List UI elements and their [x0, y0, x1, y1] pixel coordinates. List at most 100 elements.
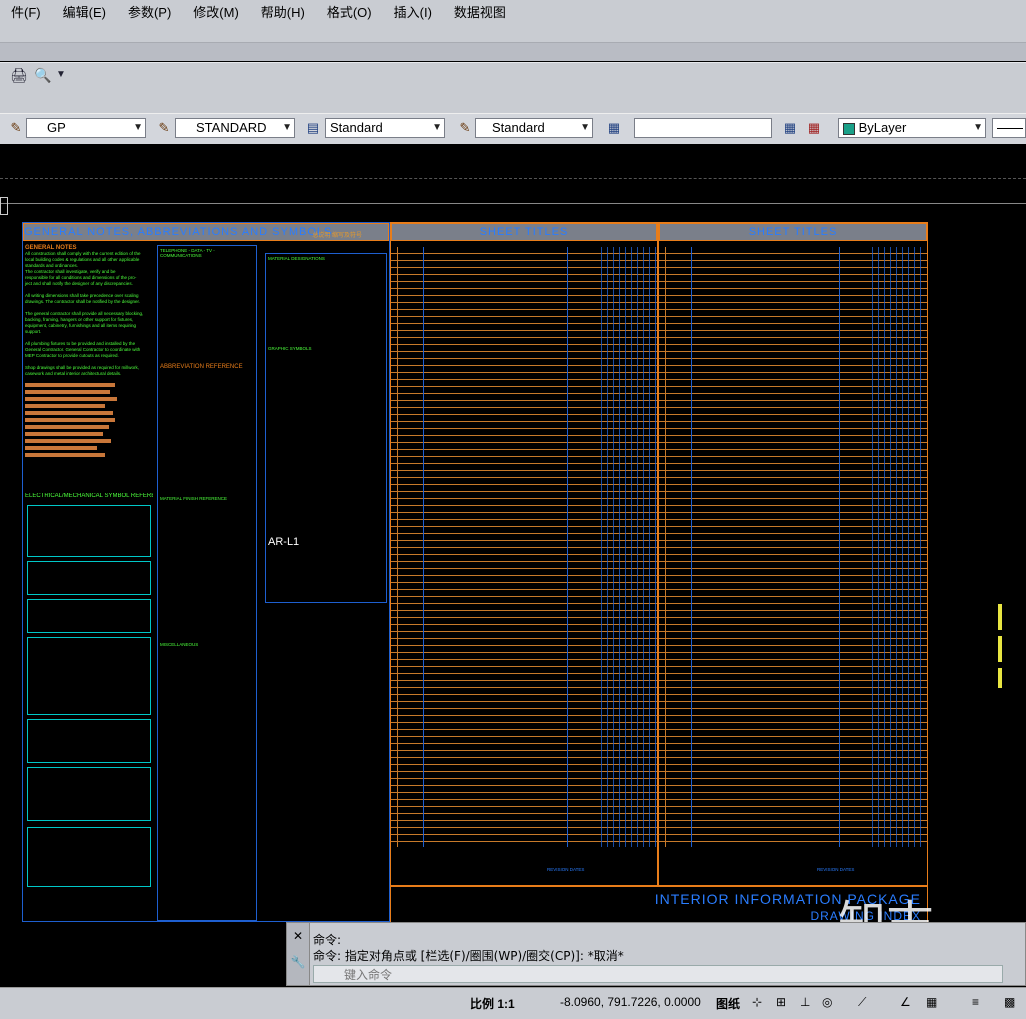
margin-marks [998, 604, 1002, 688]
toolbar-dropdown-icon[interactable]: ▼ [56, 69, 66, 80]
layer-name-field[interactable] [634, 118, 772, 138]
ortho-icon[interactable]: ⊥ [800, 995, 810, 1009]
symbol-box [27, 767, 151, 821]
brush-icon[interactable]: ✎ [8, 120, 24, 136]
dim-style-icon[interactable]: ▤ [305, 120, 321, 136]
miscellaneous-heading: MISCELLANEOUS [160, 642, 199, 647]
sheet-titles-1-title: SHEET TITLES [479, 226, 569, 238]
chevron-down-icon: ▼ [282, 122, 292, 133]
customize-icon[interactable]: ▩ [1004, 995, 1015, 1009]
quick-access-toolbar: 🖨 🔍 ▼ [0, 62, 1026, 113]
layer-off-icon[interactable]: ▦ [806, 120, 822, 136]
crosshair-box [0, 197, 8, 215]
status-bar: 比例 1:1 -8.0960, 791.7226, 0.0000 图纸 ⊹ ⊞ … [0, 987, 1026, 1019]
menu-bar: 件(F) 编辑(E) 参数(P) 修改(M) 帮助(H) 格式(O) 插入(I)… [0, 0, 1026, 23]
osnap-icon[interactable]: ⟋ [858, 995, 866, 1010]
text-style-value: STANDARD [196, 120, 267, 135]
close-icon[interactable]: ✕ [287, 929, 309, 943]
paper-space-toggle[interactable]: 图纸 [716, 995, 740, 1012]
command-history-line: 命令: 指定对角点或 [栏选(F)/圈围(WP)/圈交(CP)]: *取消* [313, 949, 624, 963]
abbreviation-heading: ABBREVIATION REFERENCE [160, 364, 243, 370]
general-notes-column: GENERAL NOTES All construction shall com… [25, 245, 153, 460]
color-combo[interactable]: ByLayer ▼ [838, 118, 986, 138]
styles-toolbar: ✎ GP ▼ ✎ STANDARD ▼ ▤ Standard ▼ ✎ Standard… [0, 113, 1026, 145]
sheet-titles-table-1: SHEET TITLES REVISION DATES [390, 222, 658, 886]
chevron-down-icon: ▼ [973, 122, 983, 133]
telephone-heading: TELEPHONE - DATA - TV - COMMUNICATIONS [160, 248, 215, 258]
viewport-boundary [0, 178, 1026, 179]
linetype-combo[interactable] [992, 118, 1026, 138]
symbol-box [27, 827, 151, 887]
viewport-boundary [0, 203, 1026, 204]
material-finish-heading: MATERIAL FINISH REFERENCE [160, 496, 228, 501]
electrical-ref-heading: ELECTRICAL/MECHANICAL SYMBOL REFERENCE [25, 493, 153, 499]
general-notes-title-bar: GENERAL NOTES, ABBREVIATIONS AND SYMBOLS… [23, 223, 389, 241]
otrack-icon[interactable]: ∠ [900, 995, 911, 1009]
table-style-value: Standard [492, 120, 545, 135]
chevron-down-icon: ▼ [133, 122, 143, 133]
sheet-titles-2-header: SHEET TITLES [659, 223, 927, 241]
symbol-box [27, 561, 151, 595]
menu-format[interactable]: 格式(O) [316, 2, 383, 21]
coordinates-readout: -8.0960, 791.7226, 0.0000 [560, 995, 701, 1009]
text-style-icon[interactable]: ✎ [156, 120, 172, 136]
grid-icon[interactable]: ⊞ [776, 995, 786, 1009]
print-preview-icon[interactable]: 🔍 [34, 67, 51, 84]
layer-combo-value: GP [47, 120, 66, 135]
material-designations-heading: MATERIAL DESIGNATIONS [268, 256, 325, 261]
ribbon-tab-strip [0, 22, 1026, 43]
layer-combo[interactable]: GP ▼ [26, 118, 146, 138]
sheet-titles-1-header: SHEET TITLES [391, 223, 657, 241]
abbreviation-column: TELEPHONE - DATA - TV - COMMUNICATIONS A… [157, 245, 257, 921]
menu-icon[interactable]: ≡ [972, 995, 979, 1009]
symbol-box [27, 637, 151, 715]
chevron-down-icon: ▼ [432, 122, 442, 133]
chevron-down-icon: ▼ [580, 122, 590, 133]
command-window-handle[interactable]: ✕ 🔧 [287, 923, 310, 985]
symbol-box [27, 719, 151, 763]
dim-style-combo[interactable]: Standard ▼ [325, 118, 445, 138]
command-history-line: 命令: [313, 933, 342, 947]
table-style-icon[interactable]: ✎ [457, 120, 473, 136]
graphic-symbols-heading: GRAPHIC SYMBOLS [268, 346, 312, 351]
title-subtext: 总说明 缩写及符号 [312, 233, 362, 239]
dim-style-value: Standard [330, 120, 383, 135]
table-style-combo[interactable]: Standard ▼ [475, 118, 593, 138]
color-combo-value: ByLayer [858, 120, 907, 135]
menu-dataview[interactable]: 数据视图 [443, 2, 517, 21]
menu-edit[interactable]: 编辑(E) [52, 2, 117, 21]
symbol-box [27, 599, 151, 633]
drawing-canvas[interactable]: GENERAL NOTES, ABBREVIATIONS AND SYMBOLS… [0, 144, 1026, 986]
revision-dates-2: REVISION DATES [817, 867, 855, 872]
menu-params[interactable]: 参数(P) [117, 2, 182, 21]
revision-dates-1: REVISION DATES [547, 867, 585, 872]
symbol-box [27, 505, 151, 557]
linetype-sample [997, 128, 1023, 130]
wrench-icon[interactable]: 🔧 [287, 955, 309, 969]
plot-icon[interactable]: 🖨 [10, 67, 28, 84]
sheet-titles-2-title: SHEET TITLES [748, 226, 838, 238]
annotation-scale[interactable]: 比例 1:1 [470, 995, 515, 1012]
command-input[interactable]: 键入命令 [313, 965, 1003, 983]
general-notes-title: GENERAL NOTES, ABBREVIATIONS AND SYMBOLS [24, 226, 333, 238]
snap-icon[interactable]: ⊹ [752, 995, 762, 1009]
layer-tools-icon[interactable]: ▦ [782, 120, 798, 136]
general-notes-sheet: GENERAL NOTES, ABBREVIATIONS AND SYMBOLS… [22, 222, 390, 922]
layout-icon[interactable]: ▦ [926, 995, 937, 1009]
menu-help[interactable]: 帮助(H) [250, 2, 316, 21]
layer-properties-icon[interactable]: ▦ [606, 120, 622, 136]
menu-modify[interactable]: 修改(M) [182, 2, 250, 21]
menu-file[interactable]: 件(F) [0, 2, 52, 21]
graphic-symbols-column: MATERIAL DESIGNATIONS GRAPHIC SYMBOLS AR… [265, 253, 387, 603]
general-notes-body: All construction shall comply with the c… [25, 251, 144, 376]
text-style-combo[interactable]: STANDARD ▼ [175, 118, 295, 138]
ribbon-panel-strip [0, 43, 1026, 61]
menu-insert[interactable]: 插入(I) [383, 2, 443, 21]
command-window: ✕ 🔧 命令: 命令: 指定对角点或 [栏选(F)/圈围(WP)/圈交(CP)]… [286, 922, 1026, 986]
polar-icon[interactable]: ◎ [822, 995, 832, 1009]
ar-label: AR-L1 [268, 536, 300, 548]
command-placeholder: 键入命令 [344, 968, 393, 982]
legend-bars [25, 383, 153, 457]
sheet-titles-table-2: SHEET TITLES REVISION DATES [658, 222, 928, 886]
color-swatch [843, 122, 855, 135]
